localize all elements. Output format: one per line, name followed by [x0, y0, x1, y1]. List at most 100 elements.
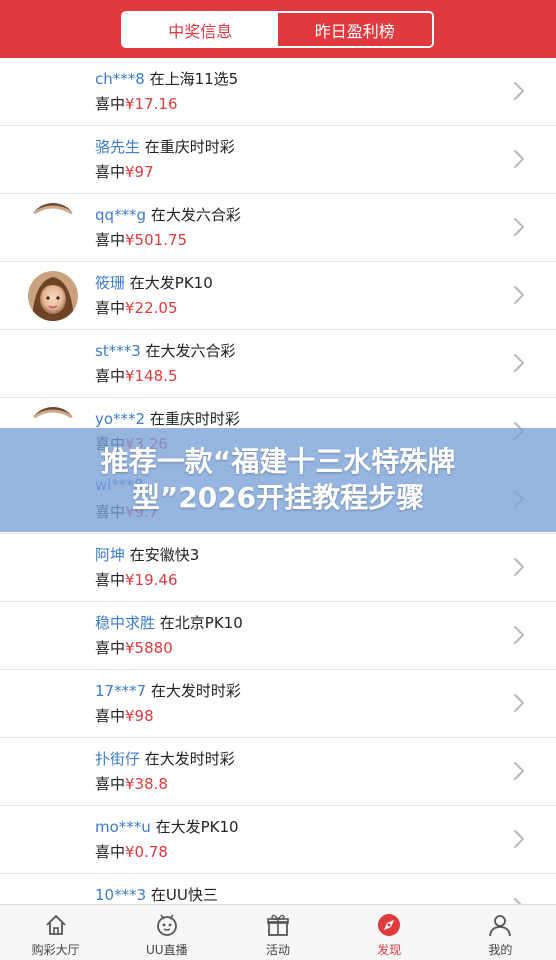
lottery-name: 在重庆时时彩 — [140, 138, 235, 156]
nav-label: 活动 — [266, 943, 291, 957]
prize-line: 喜中¥17.16 — [95, 93, 178, 114]
won-label: 喜中 — [95, 231, 126, 249]
chevron-right-icon — [514, 694, 524, 712]
chevron-right-icon — [514, 558, 524, 576]
list-item[interactable]: 17***7 在大发时时彩 喜中¥98 — [0, 670, 556, 738]
chevron-right-icon — [514, 830, 524, 848]
nav-label: UU直播 — [146, 943, 188, 957]
won-label: 喜中 — [95, 299, 126, 317]
list-item[interactable]: 稳中求胜 在北京PK10 喜中¥5880 — [0, 602, 556, 670]
segmented-control: 中奖信息 昨日盈利榜 — [121, 11, 434, 48]
list-item[interactable]: 扑街仔 在大发时时彩 喜中¥38.8 — [0, 738, 556, 806]
prize-amount: ¥19.46 — [125, 571, 178, 589]
nav-item-compass[interactable]: 发现 — [334, 905, 445, 960]
won-label: 喜中 — [95, 707, 126, 725]
winner-line: 17***7 在大发时时彩 — [95, 680, 241, 701]
avatar — [28, 203, 78, 215]
nav-item-user[interactable]: 我的 — [445, 905, 556, 960]
nav-item-gift[interactable]: 活动 — [222, 905, 333, 960]
username[interactable]: mo***u — [95, 818, 151, 836]
prize-line: 喜中¥148.5 — [95, 365, 178, 386]
lottery-name: 在UU快三 — [146, 886, 218, 904]
nav-item-home[interactable]: 购彩大厅 — [0, 905, 111, 960]
list-item[interactable]: 10***3 在UU快三喜中 — [0, 874, 556, 904]
prize-amount: ¥22.05 — [125, 299, 178, 317]
list-item[interactable]: ch***8 在上海11选5 喜中¥17.16 — [0, 58, 556, 126]
username[interactable]: ch***8 — [95, 70, 145, 88]
prize-amount: ¥5880 — [125, 639, 173, 657]
winner-line: 稳中求胜 在北京PK10 — [95, 612, 243, 633]
winner-line: 阿坤 在安徽快3 — [95, 544, 199, 565]
won-label: 喜中 — [95, 95, 126, 113]
username[interactable]: 扑街仔 — [95, 750, 140, 768]
username[interactable]: 筱珊 — [95, 274, 125, 292]
prize-amount: ¥148.5 — [125, 367, 178, 385]
winner-line: st***3 在大发六合彩 — [95, 340, 236, 361]
username[interactable]: 17***7 — [95, 682, 146, 700]
username[interactable]: 10***3 — [95, 886, 146, 904]
chevron-right-icon — [514, 218, 524, 236]
winner-line: 10***3 在UU快三 — [95, 884, 218, 904]
winner-line: 骆先生 在重庆时时彩 — [95, 136, 235, 157]
prize-line: 喜中¥98 — [95, 705, 154, 726]
top-header: 中奖信息 昨日盈利榜 — [0, 0, 556, 58]
promo-banner-text: 推荐一款“福建十三水特殊牌型”2026开挂教程步骤 — [100, 445, 456, 514]
won-label: 喜中 — [95, 639, 126, 657]
won-label: 喜中 — [95, 775, 126, 793]
winner-line: yo***2 在重庆时时彩 — [95, 408, 240, 429]
nav-label: 发现 — [377, 943, 402, 957]
lottery-name: 在大发时时彩 — [140, 750, 235, 768]
promo-banner[interactable]: 推荐一款“福建十三水特殊牌型”2026开挂教程步骤 — [0, 428, 556, 532]
winner-line: ch***8 在上海11选5 — [95, 68, 238, 89]
username[interactable]: 阿坤 — [95, 546, 125, 564]
list-item[interactable]: 骆先生 在重庆时时彩 喜中¥97 — [0, 126, 556, 194]
username[interactable]: yo***2 — [95, 410, 145, 428]
won-label: 喜中 — [95, 571, 126, 589]
nav-item-live-tv[interactable]: UU直播 — [111, 905, 222, 960]
nav-label: 购彩大厅 — [31, 943, 80, 957]
prize-line: 喜中¥501.75 — [95, 229, 187, 250]
prize-line: 喜中¥97 — [95, 161, 154, 182]
list-item[interactable]: 阿坤 在安徽快3 喜中¥19.46 — [0, 534, 556, 602]
winner-line: mo***u 在大发PK10 — [95, 816, 239, 837]
lottery-name: 在安徽快3 — [125, 546, 200, 564]
prize-amount: ¥501.75 — [125, 231, 188, 249]
prize-line: 喜中¥22.05 — [95, 297, 178, 318]
tab-winning-info[interactable]: 中奖信息 — [123, 13, 278, 46]
chevron-right-icon — [514, 626, 524, 644]
list-item[interactable]: mo***u 在大发PK10 喜中¥0.78 — [0, 806, 556, 874]
user-icon — [489, 915, 512, 937]
winner-line: 筱珊 在大发PK10 — [95, 272, 213, 293]
prize-line: 喜中¥0.78 — [95, 841, 168, 862]
chevron-right-icon — [514, 762, 524, 780]
prize-amount: ¥97 — [125, 163, 154, 181]
username[interactable]: st***3 — [95, 342, 141, 360]
live-tv-icon — [156, 914, 177, 936]
lottery-name: 在大发PK10 — [125, 274, 213, 292]
prize-line: 喜中¥5880 — [95, 637, 173, 658]
chevron-right-icon — [514, 354, 524, 372]
lottery-name: 在大发六合彩 — [146, 206, 241, 224]
won-label: 喜中 — [95, 163, 126, 181]
won-label: 喜中 — [95, 367, 126, 385]
prize-amount: ¥17.16 — [125, 95, 178, 113]
lottery-name: 在大发PK10 — [150, 818, 239, 836]
winner-line: 扑街仔 在大发时时彩 — [95, 748, 235, 769]
winner-line: qq***g 在大发六合彩 — [95, 204, 241, 225]
prize-amount: ¥38.8 — [125, 775, 168, 793]
list-item[interactable]: st***3 在大发六合彩 喜中¥148.5 — [0, 330, 556, 398]
username[interactable]: qq***g — [95, 206, 146, 224]
lottery-name: 在北京PK10 — [155, 614, 243, 632]
prize-line: 喜中¥19.46 — [95, 569, 178, 590]
list-item[interactable]: qq***g 在大发六合彩 喜中¥501.75 — [0, 194, 556, 262]
compass-icon — [378, 914, 401, 936]
won-label: 喜中 — [95, 843, 126, 861]
username[interactable]: 骆先生 — [95, 138, 140, 156]
list-item[interactable]: 筱珊 在大发PK10 喜中¥22.05 — [0, 262, 556, 330]
username[interactable]: 稳中求胜 — [95, 614, 155, 632]
lottery-name: 在大发时时彩 — [146, 682, 241, 700]
lottery-name: 在上海11选5 — [144, 70, 239, 88]
prize-line: 喜中¥38.8 — [95, 773, 168, 794]
chevron-right-icon — [514, 150, 524, 168]
tab-yesterday-profit-ranking[interactable]: 昨日盈利榜 — [277, 13, 432, 46]
